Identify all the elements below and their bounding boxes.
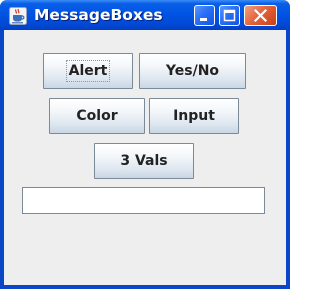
window-title: MessageBoxes bbox=[34, 6, 163, 24]
result-text-field[interactable] bbox=[22, 187, 265, 214]
minimize-icon bbox=[200, 18, 207, 21]
content-pane: Alert Yes/No Color Input 3 Vals bbox=[4, 30, 286, 285]
three-vals-button-label: 3 Vals bbox=[120, 153, 168, 169]
close-icon bbox=[253, 8, 268, 23]
maximize-button[interactable] bbox=[219, 5, 240, 26]
yes-no-button[interactable]: Yes/No bbox=[139, 53, 246, 89]
alert-button-label: Alert bbox=[65, 60, 111, 82]
color-button[interactable]: Color bbox=[49, 98, 145, 134]
close-button[interactable] bbox=[244, 5, 277, 26]
minimize-button[interactable] bbox=[194, 5, 215, 26]
maximize-icon bbox=[223, 9, 236, 22]
three-vals-button[interactable]: 3 Vals bbox=[94, 143, 194, 179]
title-bar[interactable]: MessageBoxes bbox=[0, 0, 290, 30]
color-button-label: Color bbox=[76, 108, 118, 124]
app-window: MessageBoxes Alert Yes/No Color Input 3 … bbox=[0, 0, 290, 289]
input-button[interactable]: Input bbox=[149, 98, 239, 134]
yes-no-button-label: Yes/No bbox=[165, 63, 220, 79]
alert-button[interactable]: Alert bbox=[43, 53, 133, 89]
input-button-label: Input bbox=[173, 108, 215, 124]
java-coffee-cup-icon[interactable] bbox=[9, 7, 27, 25]
